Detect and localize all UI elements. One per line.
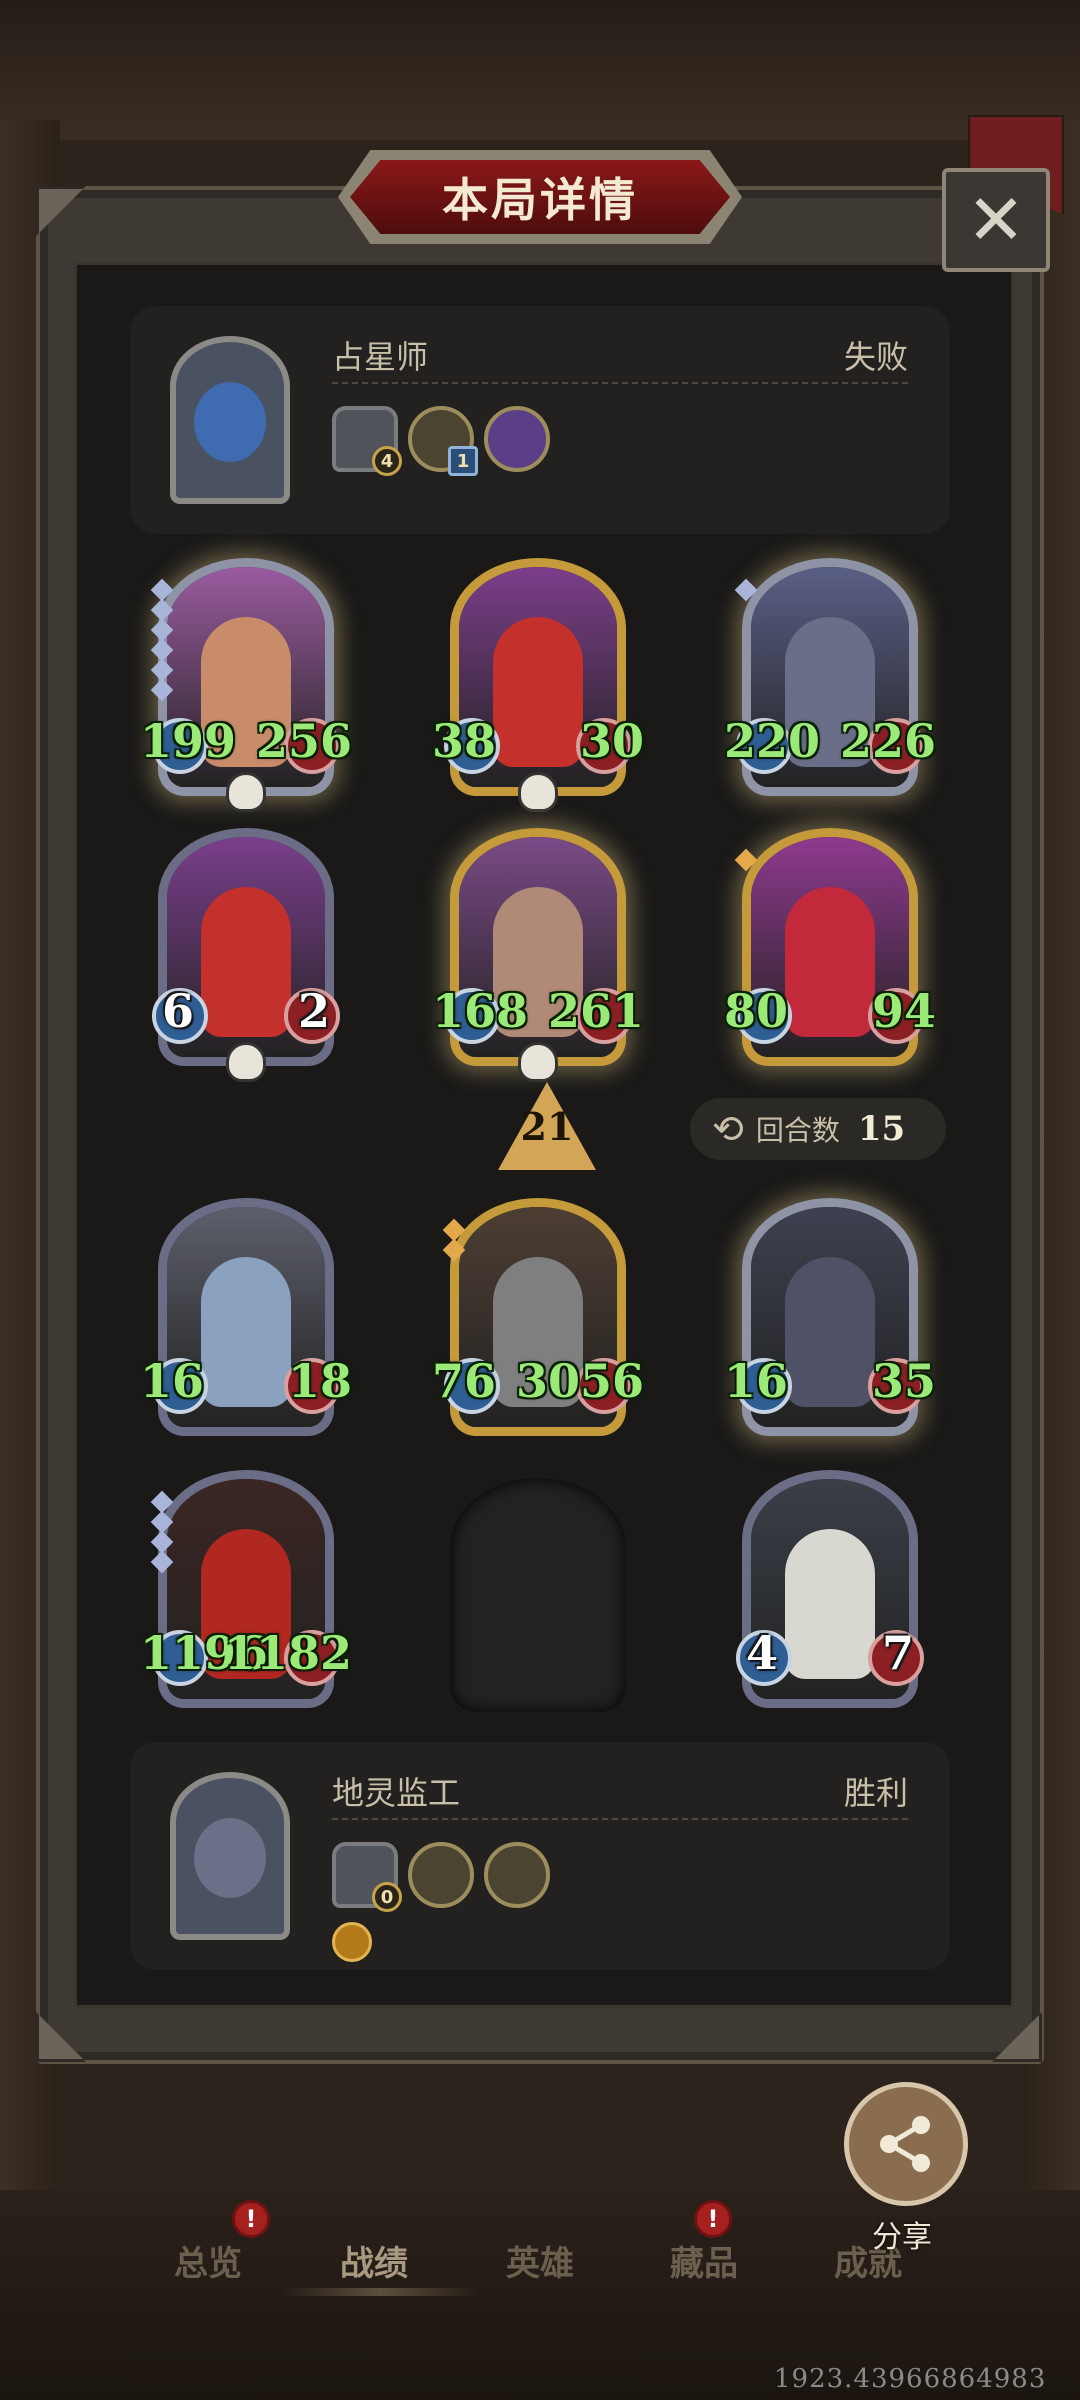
scroll-item-icon[interactable] (484, 406, 550, 472)
unit-card[interactable]: 47 (736, 1470, 924, 1708)
divider (332, 382, 908, 384)
unit-health: 94 (871, 984, 936, 1038)
unit-health: 256 (255, 714, 352, 768)
unit-attack: 16 (140, 1354, 205, 1408)
unit-tier-pips (734, 578, 758, 602)
opponent-avatar[interactable] (170, 336, 290, 504)
unit-figure (201, 887, 291, 1037)
unit-attack: 168 (432, 984, 529, 1038)
unit-card[interactable]: 76 3056 (432, 1198, 644, 1436)
unit-card[interactable]: 168 261 (432, 828, 644, 1082)
refresh-icon: ⟲ (712, 1107, 744, 1151)
unit-tier-pips (442, 1218, 466, 1262)
unit-attack: 4 (746, 1626, 779, 1680)
deathrattle-skull-icon (518, 772, 558, 812)
unit-card[interactable]: 16 35 (724, 1198, 936, 1436)
opponent-card: 占星师 失败 4 1 (130, 306, 950, 534)
background-top (0, 0, 1080, 140)
hammer-item-icon[interactable] (484, 1842, 550, 1908)
unit-health: 3056 (515, 1354, 644, 1408)
unit-card[interactable]: 80 94 (724, 828, 936, 1066)
tier-pip-icon (442, 1238, 466, 1262)
shield-item-icon[interactable]: 0 (332, 1842, 402, 1912)
deathrattle-skull-icon (226, 1042, 266, 1082)
share-button[interactable] (844, 2082, 968, 2206)
notification-badge: ! (694, 2200, 732, 2238)
unit-attack: 16 (724, 1354, 789, 1408)
unit-card[interactable]: 16 18 (140, 1198, 352, 1436)
unit-card[interactable]: 220 226 (724, 558, 936, 796)
player-avatar[interactable] (170, 1772, 290, 1940)
unit-attack: 220 (724, 714, 821, 768)
unit-attack: 76 (432, 1354, 497, 1408)
tab-heroes[interactable]: 英雄 (506, 2236, 574, 2285)
tab-records[interactable]: 战绩 (340, 2236, 408, 2285)
unit-tier-pips (150, 578, 174, 702)
unit-card[interactable]: 199 256 (140, 558, 352, 812)
deathrattle-skull-icon (226, 772, 266, 812)
page-title: 本局详情 (442, 173, 638, 227)
player-card: 地灵监工 胜利 0 (130, 1742, 950, 1970)
unit-health: 1182 (223, 1626, 352, 1680)
deathrattle-skull-icon (518, 1042, 558, 1082)
tier-pip-icon (734, 578, 758, 602)
close-icon: ✕ (966, 179, 1026, 261)
opponent-name: 占星师 (332, 338, 429, 376)
unit-figure (493, 617, 583, 767)
share-label: 分享 (872, 2220, 932, 2255)
empty-unit-slot (450, 1478, 626, 1712)
player-result: 胜利 (843, 1774, 908, 1812)
unit-card[interactable]: 62 (152, 828, 340, 1082)
unit-health: 18 (287, 1354, 352, 1408)
title-banner: 本局详情 (350, 160, 730, 234)
unit-card[interactable]: 38 30 (432, 558, 644, 812)
unit-health: 35 (871, 1354, 936, 1408)
unit-health: 2 (297, 984, 330, 1038)
item-count-badge: 1 (448, 446, 478, 476)
round-count-value: 15 (857, 1109, 906, 1149)
unit-card[interactable]: 1196 1182 (140, 1470, 352, 1708)
tier-pip-icon (150, 1550, 174, 1574)
lighter-item-icon[interactable] (408, 1842, 474, 1908)
player-name: 地灵监工 (332, 1774, 461, 1812)
unit-health: 30 (579, 714, 644, 768)
unit-figure (201, 1257, 291, 1407)
unit-figure (785, 887, 875, 1037)
buff-icon[interactable] (332, 1922, 372, 1962)
item-count-badge: 0 (372, 1882, 402, 1912)
level-number: 21 (520, 1104, 574, 1149)
unit-attack: 199 (140, 714, 237, 768)
tier-pip-icon (150, 678, 174, 702)
unit-health: 7 (881, 1626, 914, 1680)
round-count-label: 回合数 (755, 1114, 840, 1147)
tab-overview[interactable]: 总览 (174, 2236, 242, 2285)
item-count-badge: 4 (372, 446, 402, 476)
unit-health: 226 (839, 714, 936, 768)
opponent-result: 失败 (843, 338, 908, 376)
unit-attack: 6 (162, 984, 195, 1038)
shield-item-icon[interactable]: 4 (332, 406, 402, 476)
unit-tier-pips (150, 1490, 174, 1574)
unit-attack: 38 (432, 714, 497, 768)
tier-pip-icon (734, 848, 758, 872)
unit-tier-pips (734, 848, 758, 872)
notification-badge: ! (232, 2200, 270, 2238)
unit-health: 261 (547, 984, 644, 1038)
coordinate-readout: 1923.43966864983 (774, 2364, 1047, 2394)
unit-attack: 80 (724, 984, 789, 1038)
unit-figure (785, 1529, 875, 1679)
divider (332, 1818, 908, 1820)
unit-figure (785, 1257, 875, 1407)
active-tab-indicator (280, 2288, 480, 2296)
orb-item-icon[interactable]: 1 (408, 406, 478, 476)
round-count-pill: ⟲ 回合数 15 (690, 1098, 946, 1160)
share-icon (880, 2116, 930, 2172)
tavern-level-badge: 21 (498, 1082, 596, 1170)
tab-collection[interactable]: 藏品 (670, 2236, 738, 2285)
close-button[interactable]: ✕ (942, 168, 1050, 272)
